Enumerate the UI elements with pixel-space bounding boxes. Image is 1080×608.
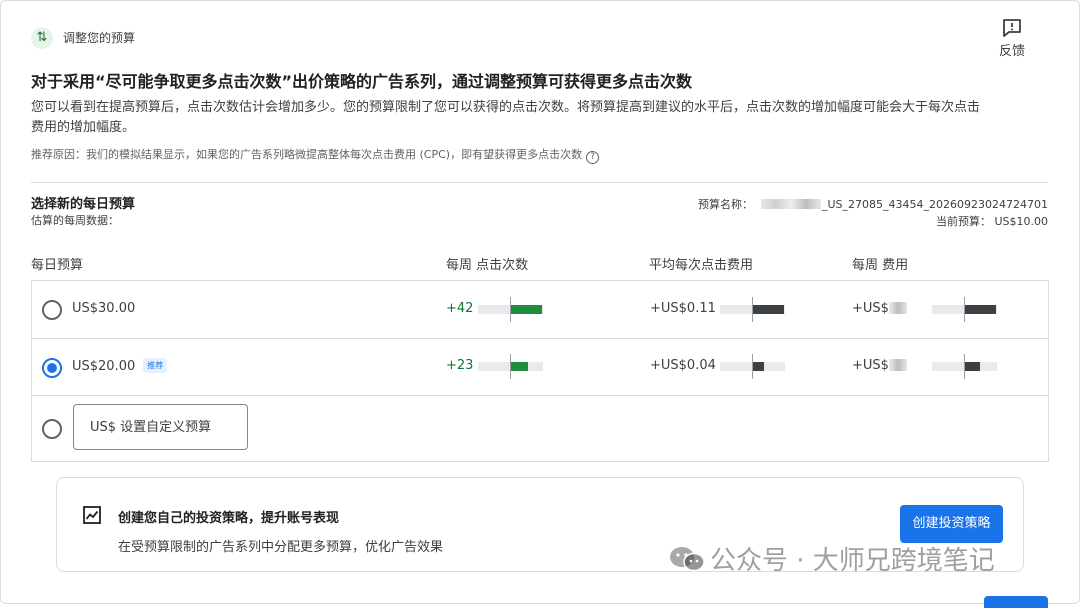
help-icon[interactable]: ? [586, 151, 600, 164]
col-header-cost: 每周 费用 [852, 258, 909, 273]
radio-button[interactable] [42, 300, 62, 320]
redacted-cost [888, 359, 907, 371]
bar-baseline [964, 354, 965, 379]
bar-baseline [752, 354, 753, 379]
cpc-bar-fill [752, 362, 764, 371]
col-header-daily: 每日预算 [31, 258, 84, 273]
budget-name-label: 预算名称： [698, 198, 753, 211]
budget-options-table: US$30.00 +42 +US$0.11 +US$ US$20.00 推荐 +2… [31, 280, 1049, 462]
custom-budget-input[interactable]: US$ 设置自定义预算 [73, 404, 248, 450]
clicks-value: +23 [446, 358, 474, 373]
cpc-value: +US$0.04 [650, 358, 716, 373]
clicks-value: +42 [446, 301, 474, 316]
custom-budget-row[interactable]: US$ 设置自定义预算 [32, 395, 1048, 460]
current-budget-value: US$10.00 [994, 215, 1048, 228]
cpc-bar [720, 354, 785, 379]
bottom-button-partial[interactable] [984, 596, 1048, 608]
watermark-text: 公众号 · 大师兄跨境笔记 [710, 546, 995, 576]
redacted-cost [888, 302, 907, 314]
clicks-bar-fill [510, 362, 528, 371]
divider [31, 182, 1048, 183]
feedback-button[interactable]: 反馈 [994, 18, 1030, 59]
recommended-badge: 推荐 [143, 358, 168, 373]
cost-prefix: +US$ [852, 301, 889, 316]
cost-bar-fill [964, 362, 980, 371]
cost-bar [932, 297, 997, 322]
budget-option-row[interactable]: US$30.00 +42 +US$0.11 +US$ [32, 281, 1048, 339]
budget-amount-text: US$20.00 [72, 359, 136, 374]
budget-amount: US$30.00 [72, 301, 136, 316]
card-title: 创建您自己的投资策略，提升账号表现 [118, 511, 340, 526]
cost-bar [932, 354, 997, 379]
cpc-value: +US$0.11 [650, 301, 716, 316]
col-header-clicks: 每周 点击次数 [446, 258, 529, 273]
trending-arrows-icon: ⇅ [31, 27, 53, 49]
radio-button[interactable] [42, 419, 62, 439]
section-subtitle: 估算的每周数据： [31, 214, 119, 227]
section-title: 选择新的每日预算 [31, 197, 136, 212]
bar-baseline [510, 354, 511, 379]
budget-amount: US$20.00 推荐 [72, 358, 168, 374]
feedback-label: 反馈 [998, 44, 1025, 59]
bar-baseline [510, 297, 511, 322]
description: 您可以看到在提高预算后，点击次数估计会增加多少。您的预算限制了您可以获得的点击次… [31, 100, 981, 135]
cost-value: +US$ [852, 301, 907, 316]
budget-name-value: _US_27085_43454_20260923024724701 [822, 198, 1048, 211]
reason-text: 推荐原因：我们的模拟结果显示，如果您的广告系列略微提高整体每次点击费用 (CPC… [31, 148, 583, 161]
clicks-bar [478, 354, 543, 379]
budget-option-row[interactable]: US$20.00 推荐 +23 +US$0.04 +US$ [32, 338, 1048, 396]
redacted-name [761, 199, 821, 209]
create-strategy-button[interactable]: 创建投资策略 [900, 505, 1003, 543]
feedback-icon [1003, 19, 1021, 37]
budget-name: 预算名称： _US_27085_43454_20260923024724701 [698, 196, 1048, 212]
card-subtitle: 在受预算限制的广告系列中分配更多预算，优化广告效果 [118, 540, 444, 555]
clicks-bar [478, 297, 543, 322]
current-budget: 当前预算： US$10.00 [936, 213, 1048, 229]
cost-value: +US$ [852, 358, 907, 373]
bar-baseline [964, 297, 965, 322]
cpc-bar-fill [752, 305, 784, 314]
bar-baseline [752, 297, 753, 322]
chart-trend-icon [83, 506, 101, 524]
current-budget-label: 当前预算： [935, 215, 991, 228]
radio-button-selected[interactable] [42, 358, 62, 378]
recommendation-reason: 推荐原因：我们的模拟结果显示，如果您的广告系列略微提高整体每次点击费用 (CPC… [31, 146, 600, 164]
cost-bar-fill [964, 305, 996, 314]
col-header-cpc: 平均每次点击费用 [649, 258, 754, 273]
clicks-bar-fill [510, 305, 542, 314]
cost-prefix: +US$ [852, 358, 889, 373]
watermark: 公众号 · 大师兄跨境笔记 [668, 540, 995, 580]
cpc-bar [720, 297, 785, 322]
wechat-icon [670, 547, 705, 572]
header-title: 调整您的预算 [63, 31, 136, 45]
page-title: 对于采用“尽可能争取更多点击次数”出价策略的广告系列，通过调整预算可获得更多点击… [31, 72, 693, 91]
